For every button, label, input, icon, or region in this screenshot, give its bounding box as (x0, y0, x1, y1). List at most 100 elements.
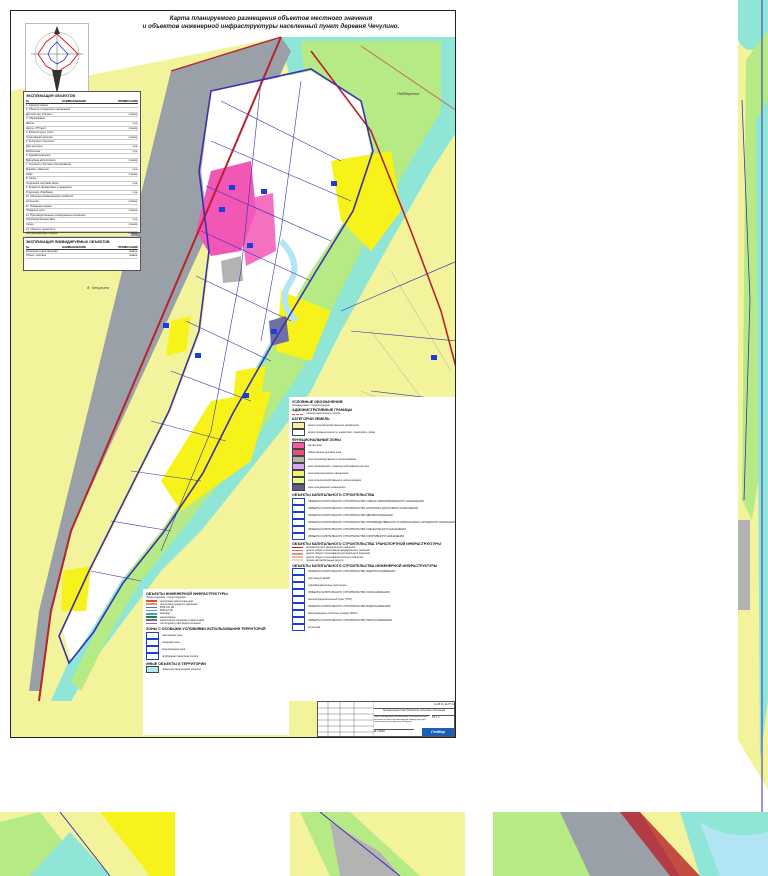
table-cell-name: Котельная (26, 200, 39, 204)
table-cell-note (114, 117, 138, 121)
table-cell-note: планир. (128, 200, 138, 204)
legend-item: зона специального назначения (292, 484, 452, 492)
removed-table: ЭКСПЛИКАЦИЯ ЛИКВИДИРУЕМЫХ ОБЪЕКТОВ № НАИ… (23, 237, 141, 271)
legend-swatch (146, 606, 157, 609)
legend-label: трансформаторные подстанции (308, 584, 347, 588)
legend-item: санитарная зона (146, 631, 286, 639)
legend-label: ОБЪЕКТЫ КАПИТАЛЬНОГО СТРОИТЕЛЬСТВА УЧЕБН… (308, 499, 424, 503)
legend-label: ОБЪЕКТЫ КАПИТАЛЬНОГО СТРОИТЕЛЬСТВА ЭЛЕКТ… (308, 570, 396, 574)
table-cell-name: 12. Производственные и коммунально-склад… (26, 213, 86, 217)
table-cell-note: планир. (128, 209, 138, 213)
legend-label: зона рекреационного назначения (308, 472, 349, 476)
legend-item: ОБЪЕКТЫ КАПИТАЛЬНОГО СТРОИТЕЛЬСТВА ЭЛЕКТ… (292, 568, 452, 576)
legend-swatch (292, 552, 303, 555)
table-cell-name: Кафе (26, 172, 33, 176)
table-cell-name: Отделение сбербанка (26, 190, 53, 194)
col-no: № (26, 98, 30, 103)
legend-swatch (146, 609, 157, 612)
table-cell-note (114, 195, 138, 199)
table-cell-name: 8. Связь (26, 177, 37, 181)
legend-item: общественно-деловая зона (292, 449, 452, 457)
legend-label: зона сельскохозяйственного использования (308, 479, 362, 483)
adjacent-sheets-bottom (0, 812, 768, 876)
stamp-grid (318, 702, 374, 737)
legend-swatch (292, 463, 305, 471)
legend-panel: УСЛОВНЫЕ ОБОЗНАЧЕНИЯ: Планируемые / Суще… (289, 397, 455, 701)
removed-table-body: Котельная существующая ликвид. Объект торг… (26, 250, 138, 259)
legend-item: ОБЪЕКТЫ КАПИТАЛЬНОГО СТРОИТЕЛЬСТВА ЗДРАВ… (292, 511, 452, 519)
legend-label: водоохранная зона (162, 647, 186, 651)
legend-swatch (292, 603, 305, 611)
table-cell-name: 10. Жилищно-коммунальное хозяйство (26, 195, 74, 199)
legend-item: прибрежная защитная полоса (146, 652, 286, 660)
stamp-stage: ГП 1 1 (432, 715, 454, 719)
legend-item: охранная зона (146, 638, 286, 646)
legend-admin-item: граница населенного пункта (292, 412, 452, 415)
objects-table-body: 1. Администрация 2. Объекты социального н… (26, 104, 138, 242)
infra-other-item: поверхностные водные объекты (146, 666, 286, 674)
legend-swatch (292, 549, 303, 552)
table-cell-note (114, 177, 138, 181)
table-cell-name: 9. Кредитно-финансовые учреждения (26, 186, 72, 190)
table-cell-note (114, 205, 138, 209)
legend-item: водоохранная зона (146, 645, 286, 653)
table-cell-note: сущ. (132, 149, 138, 153)
legend-swatch (146, 638, 159, 646)
col-no: № (26, 244, 30, 249)
legend-label: жилая зона (308, 444, 322, 448)
stamp-sheet-title: Карта планируемого размещения объектов м… (374, 715, 430, 724)
legend-swatch (292, 449, 305, 457)
table-cell-name: 1. Администрация (26, 103, 48, 107)
table-cell-note: планир. (128, 112, 138, 116)
legend-label: прочие автомобильные дороги (306, 558, 344, 562)
legend-item: ОБЪЕКТЫ КАПИТАЛЬНОГО СТРОИТЕЛЬСТВА УЧЕБН… (292, 497, 452, 505)
infra-zones-items: санитарная зона охранная зона водоохранная… (146, 631, 286, 660)
legend-label: зона специального назначения (308, 486, 346, 490)
legend-swatch (292, 470, 305, 478)
legend-swatch (292, 504, 305, 512)
table-cell-name: Школа (26, 121, 34, 125)
table-cell-note: сущ. (132, 167, 138, 171)
table-cell-note (114, 228, 138, 232)
table-cell-name: Магазин, павильон (26, 167, 49, 171)
legend-item: ОБЪЕКТЫ КАПИТАЛЬНОГО СТРОИТЕЛЬСТВА СПОРТ… (292, 532, 452, 540)
legend-land-item: земли промышленности, энергетики, трансп… (292, 428, 452, 436)
table-cell-note: сущ. (132, 190, 138, 194)
legend-swatch (292, 477, 305, 485)
stamp-code: № 28.01-11-ГП-Ч (433, 703, 454, 706)
stamp-project: Генеральный план Губинского сельского по… (374, 708, 454, 712)
table-cell-note: планир. (128, 158, 138, 162)
table-cell-note: сущ. (132, 144, 138, 148)
legend-item: зона сельскохозяйственного использования (292, 477, 452, 485)
legend-item: зона производственного использования (292, 456, 452, 464)
objects-table: ЭКСПЛИКАЦИЯ ОБЪЕКТОВ № НАИМЕНОВАНИЕ ПРИМ… (23, 91, 141, 242)
legend-label: подстанция 110кВ (308, 577, 330, 581)
legend-label: ОБЪЕКТЫ КАПИТАЛЬНОГО СТРОИТЕЛЬСТВА ВОДОС… (308, 605, 391, 609)
table-cell-note (114, 108, 138, 112)
legend-label: ОБЪЕКТЫ КАПИТАЛЬНОГО СТРОИТЕЛЬСТВА СПОРТ… (308, 534, 405, 538)
legend-swatch (292, 518, 305, 526)
legend-label: зона инженерной и транспортной инфрастру… (308, 465, 370, 469)
legend-label: ОБЪЕКТЫ КАПИТАЛЬНОГО СТРОИТЕЛЬСТВА КУЛЬТ… (308, 506, 418, 510)
legend-swatch (146, 616, 157, 618)
table-cell-note: ликвид. (128, 249, 138, 253)
legend-swatch (292, 617, 305, 625)
stamp-scale: М 1:5000 (374, 729, 414, 733)
table-cell-note: планир. (128, 232, 138, 236)
legend-label: котельная (308, 626, 321, 630)
legend-swatch (292, 575, 305, 583)
legend-item: ОБЪЕКТЫ КАПИТАЛЬНОГО СТРОИТЕЛЬСТВА КУЛЬТ… (292, 504, 452, 512)
table-cell-name: Детский сад, 100 мест (26, 112, 53, 116)
table-cell-note (114, 186, 138, 190)
legend-item: водопроводные очистные станции (ВОС) (292, 610, 452, 618)
table-cell-note (114, 214, 138, 218)
legend-swatch (292, 596, 305, 604)
legend-swatch (146, 645, 159, 653)
legend-swatch (292, 484, 305, 492)
table-cell-note (114, 131, 138, 135)
table-cell-name: 5. Культура и искусство (26, 140, 55, 144)
legend-item: зона рекреационного назначения (292, 470, 452, 478)
road-label: Подберезье (397, 91, 420, 96)
legend-swatch (292, 610, 305, 618)
legend-swatch (146, 622, 157, 625)
